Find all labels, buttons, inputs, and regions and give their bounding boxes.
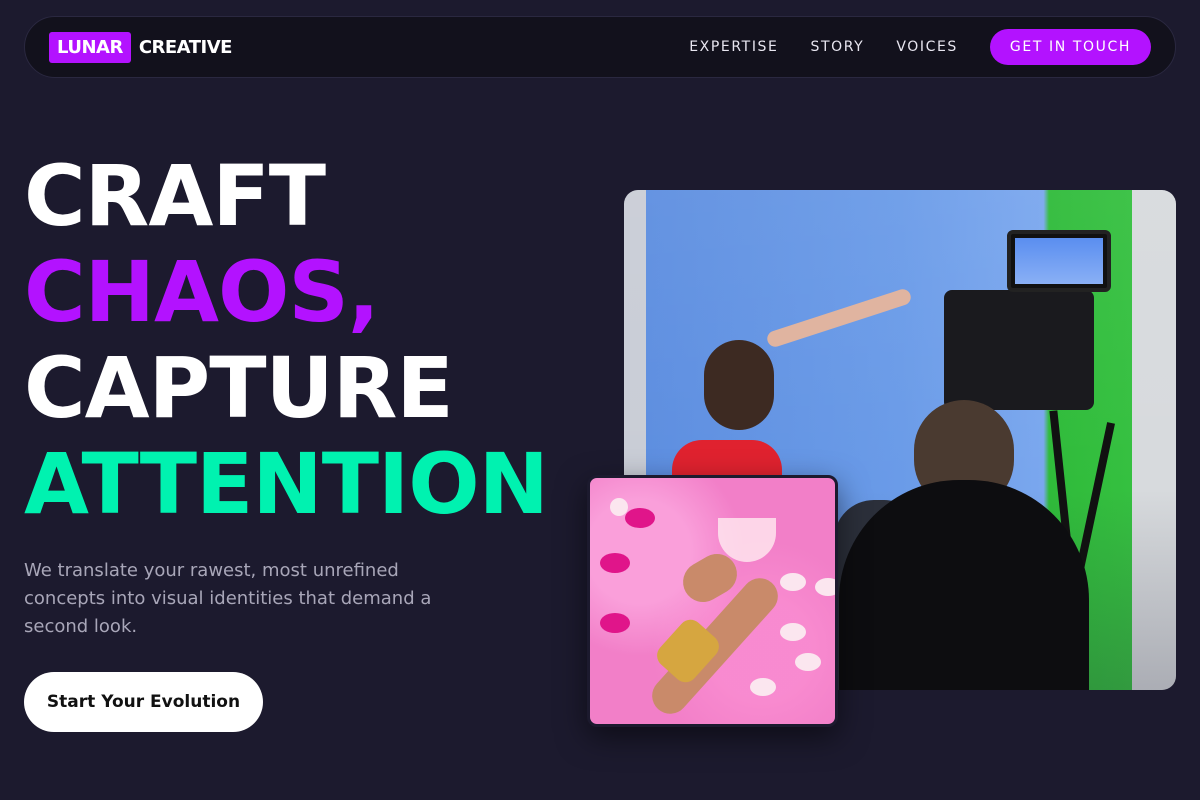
hero-subtitle: We translate your rawest, most unrefined… xyxy=(24,560,432,637)
pink-fur-jewelry-photo xyxy=(587,475,838,727)
logo-text: CREATIVE xyxy=(138,36,233,58)
camera-icon xyxy=(944,290,1094,410)
get-in-touch-button[interactable]: GET IN TOUCH xyxy=(989,29,1151,65)
logo-badge: LUNAR xyxy=(49,31,131,63)
nav-links: EXPERTISE STORY VOICES GET IN TOUCH xyxy=(689,29,1151,65)
top-navigation: LUNAR CREATIVE EXPERTISE STORY VOICES GE… xyxy=(24,16,1176,78)
headline-line-chaos: CHAOS, xyxy=(24,243,380,341)
headline-line-craft: CRAFT xyxy=(24,147,326,245)
headline-line-capture: CAPTURE xyxy=(24,339,454,437)
nav-link-voices[interactable]: VOICES xyxy=(896,39,958,55)
nav-link-expertise[interactable]: EXPERTISE xyxy=(689,39,778,55)
start-evolution-button[interactable]: Start Your Evolution xyxy=(24,672,263,732)
headline-line-attention: ATTENTION xyxy=(24,435,549,533)
hero-headline: CRAFT CHAOS, CAPTURE ATTENTION xyxy=(24,147,549,533)
landing-page: LUNAR CREATIVE EXPERTISE STORY VOICES GE… xyxy=(0,0,1200,800)
brand-logo[interactable]: LUNAR CREATIVE xyxy=(49,31,233,63)
nav-link-story[interactable]: STORY xyxy=(810,39,864,55)
